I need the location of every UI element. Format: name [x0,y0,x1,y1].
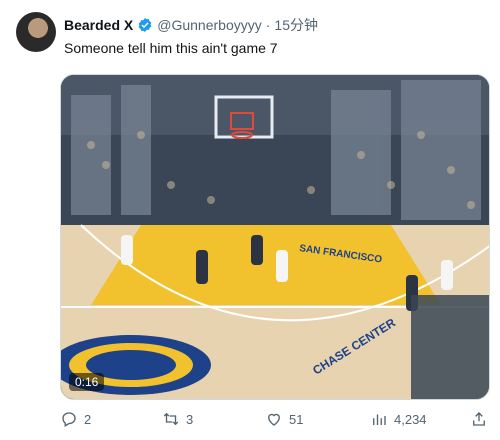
views-button[interactable]: 4,234 [370,410,427,428]
reply-count: 2 [84,411,92,427]
reply-button[interactable]: 2 [60,410,91,428]
action-bar: 2 3 51 4,234 [60,410,490,434]
repost-count: 3 [186,411,194,427]
verified-badge-icon [138,18,152,32]
video-frame: SAN FRANCISCO CHASE CENTER [61,75,489,399]
views-icon [373,414,386,425]
video-timestamp: 0:16 [69,373,105,391]
tweet-text: Someone tell him this ain't game 7 [64,40,278,56]
post-time[interactable]: 15分钟 [274,15,318,35]
heart-icon [268,413,280,426]
display-name[interactable]: Bearded X [64,17,133,33]
like-button[interactable]: 51 [265,410,303,428]
like-count: 51 [289,411,304,427]
separator-dot: · [265,17,271,33]
share-icon [473,412,485,426]
handle[interactable]: @Gunnerboyyyy [157,17,261,33]
video-player[interactable]: SAN FRANCISCO CHASE CENTER 0:16 [60,74,490,400]
avatar[interactable] [16,12,56,52]
repost-icon [163,412,179,426]
reply-icon [62,412,76,427]
share-button[interactable] [470,410,488,428]
view-count: 4,234 [394,411,427,427]
repost-button[interactable]: 3 [162,410,193,428]
tweet-header: Bearded X @Gunnerboyyyy · 15分钟 [64,14,484,36]
